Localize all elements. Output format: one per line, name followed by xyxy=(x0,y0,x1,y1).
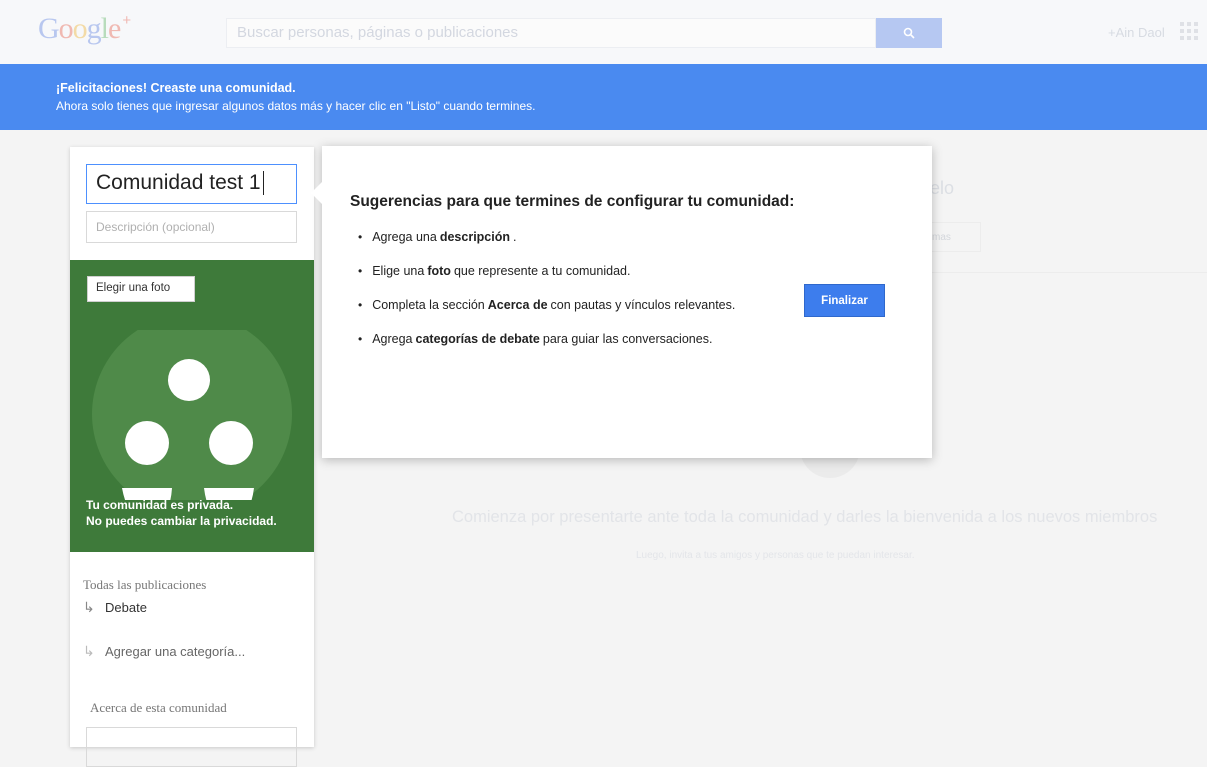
add-category-label: Agregar una categoría... xyxy=(105,644,246,659)
search-button[interactable] xyxy=(876,18,942,48)
finish-button[interactable]: Finalizar xyxy=(804,284,885,317)
search-input[interactable]: Buscar personas, páginas o publicaciones xyxy=(226,18,876,48)
search-icon xyxy=(903,27,915,39)
list-item: • Agrega categorías de debate para guiar la… xyxy=(358,332,713,346)
suggestions-list: • Agrega una descripción. • Elige una foto qu… xyxy=(358,230,735,366)
about-community-label: Acerca de esta comunidad xyxy=(90,700,227,715)
category-item-debate[interactable]: ↳ Debate xyxy=(83,599,147,616)
text-caret xyxy=(262,171,264,196)
user-name-link[interactable]: +Ain Daol xyxy=(1108,25,1165,40)
community-icon xyxy=(92,330,292,500)
category-label: Debate xyxy=(105,600,147,615)
privacy-note: Tu comunidad es privada. No puedes cambi… xyxy=(86,497,277,529)
subcategory-arrow-icon: ↳ xyxy=(83,599,95,615)
choose-photo-button[interactable]: Elegir una foto xyxy=(87,276,195,302)
privacy-line-1: Tu comunidad es privada. xyxy=(86,498,234,512)
background-intro-text: Comienza por presentarte ante toda la co… xyxy=(452,508,1158,526)
congrats-banner: ¡Felicitaciones! Creaste una comunidad. … xyxy=(0,64,1207,130)
google-plus-logo[interactable]: Google + xyxy=(38,12,131,46)
community-photo-panel: Elegir una foto Tu comunidad es privada.… xyxy=(70,260,314,552)
background-intro-subtext: Luego, invita a tus amigos y personas qu… xyxy=(636,550,915,561)
community-name-value: Comunidad test 1 xyxy=(96,171,261,194)
privacy-line-2: No puedes cambiar la privacidad. xyxy=(86,514,277,528)
list-item: • Completa la sección Acerca de con pautas … xyxy=(358,298,736,312)
description-field[interactable]: Descripción (opcional) xyxy=(86,211,297,243)
background-chip: mas xyxy=(925,222,981,252)
add-category-link[interactable]: ↳ Agregar una categoría... xyxy=(83,643,245,660)
top-bar: Google + Buscar personas, páginas o publi… xyxy=(0,0,1207,64)
all-posts-link[interactable]: Todas las publicaciones xyxy=(83,577,206,593)
popup-title: Sugerencias para que termines de configu… xyxy=(350,193,795,210)
banner-message: Ahora solo tienes que ingresar algunos d… xyxy=(56,99,536,113)
subcategory-arrow-icon: ↳ xyxy=(83,643,95,659)
popup-pointer xyxy=(311,182,322,204)
setup-suggestions-popup: Sugerencias para que termines de configu… xyxy=(311,146,932,458)
about-community-field[interactable] xyxy=(86,727,297,767)
list-item: • Elige una foto que represente a tu comuni… xyxy=(358,264,631,278)
community-name-field[interactable]: Comunidad test 1 xyxy=(86,164,297,204)
apps-grid-icon[interactable] xyxy=(1180,22,1198,40)
list-item: • Agrega una descripción. xyxy=(358,230,517,244)
community-setup-card: Comunidad test 1 Descripción (opcional) … xyxy=(70,147,314,767)
banner-title: ¡Felicitaciones! Creaste una comunidad. xyxy=(56,81,296,95)
background-heading: elo xyxy=(930,178,955,198)
